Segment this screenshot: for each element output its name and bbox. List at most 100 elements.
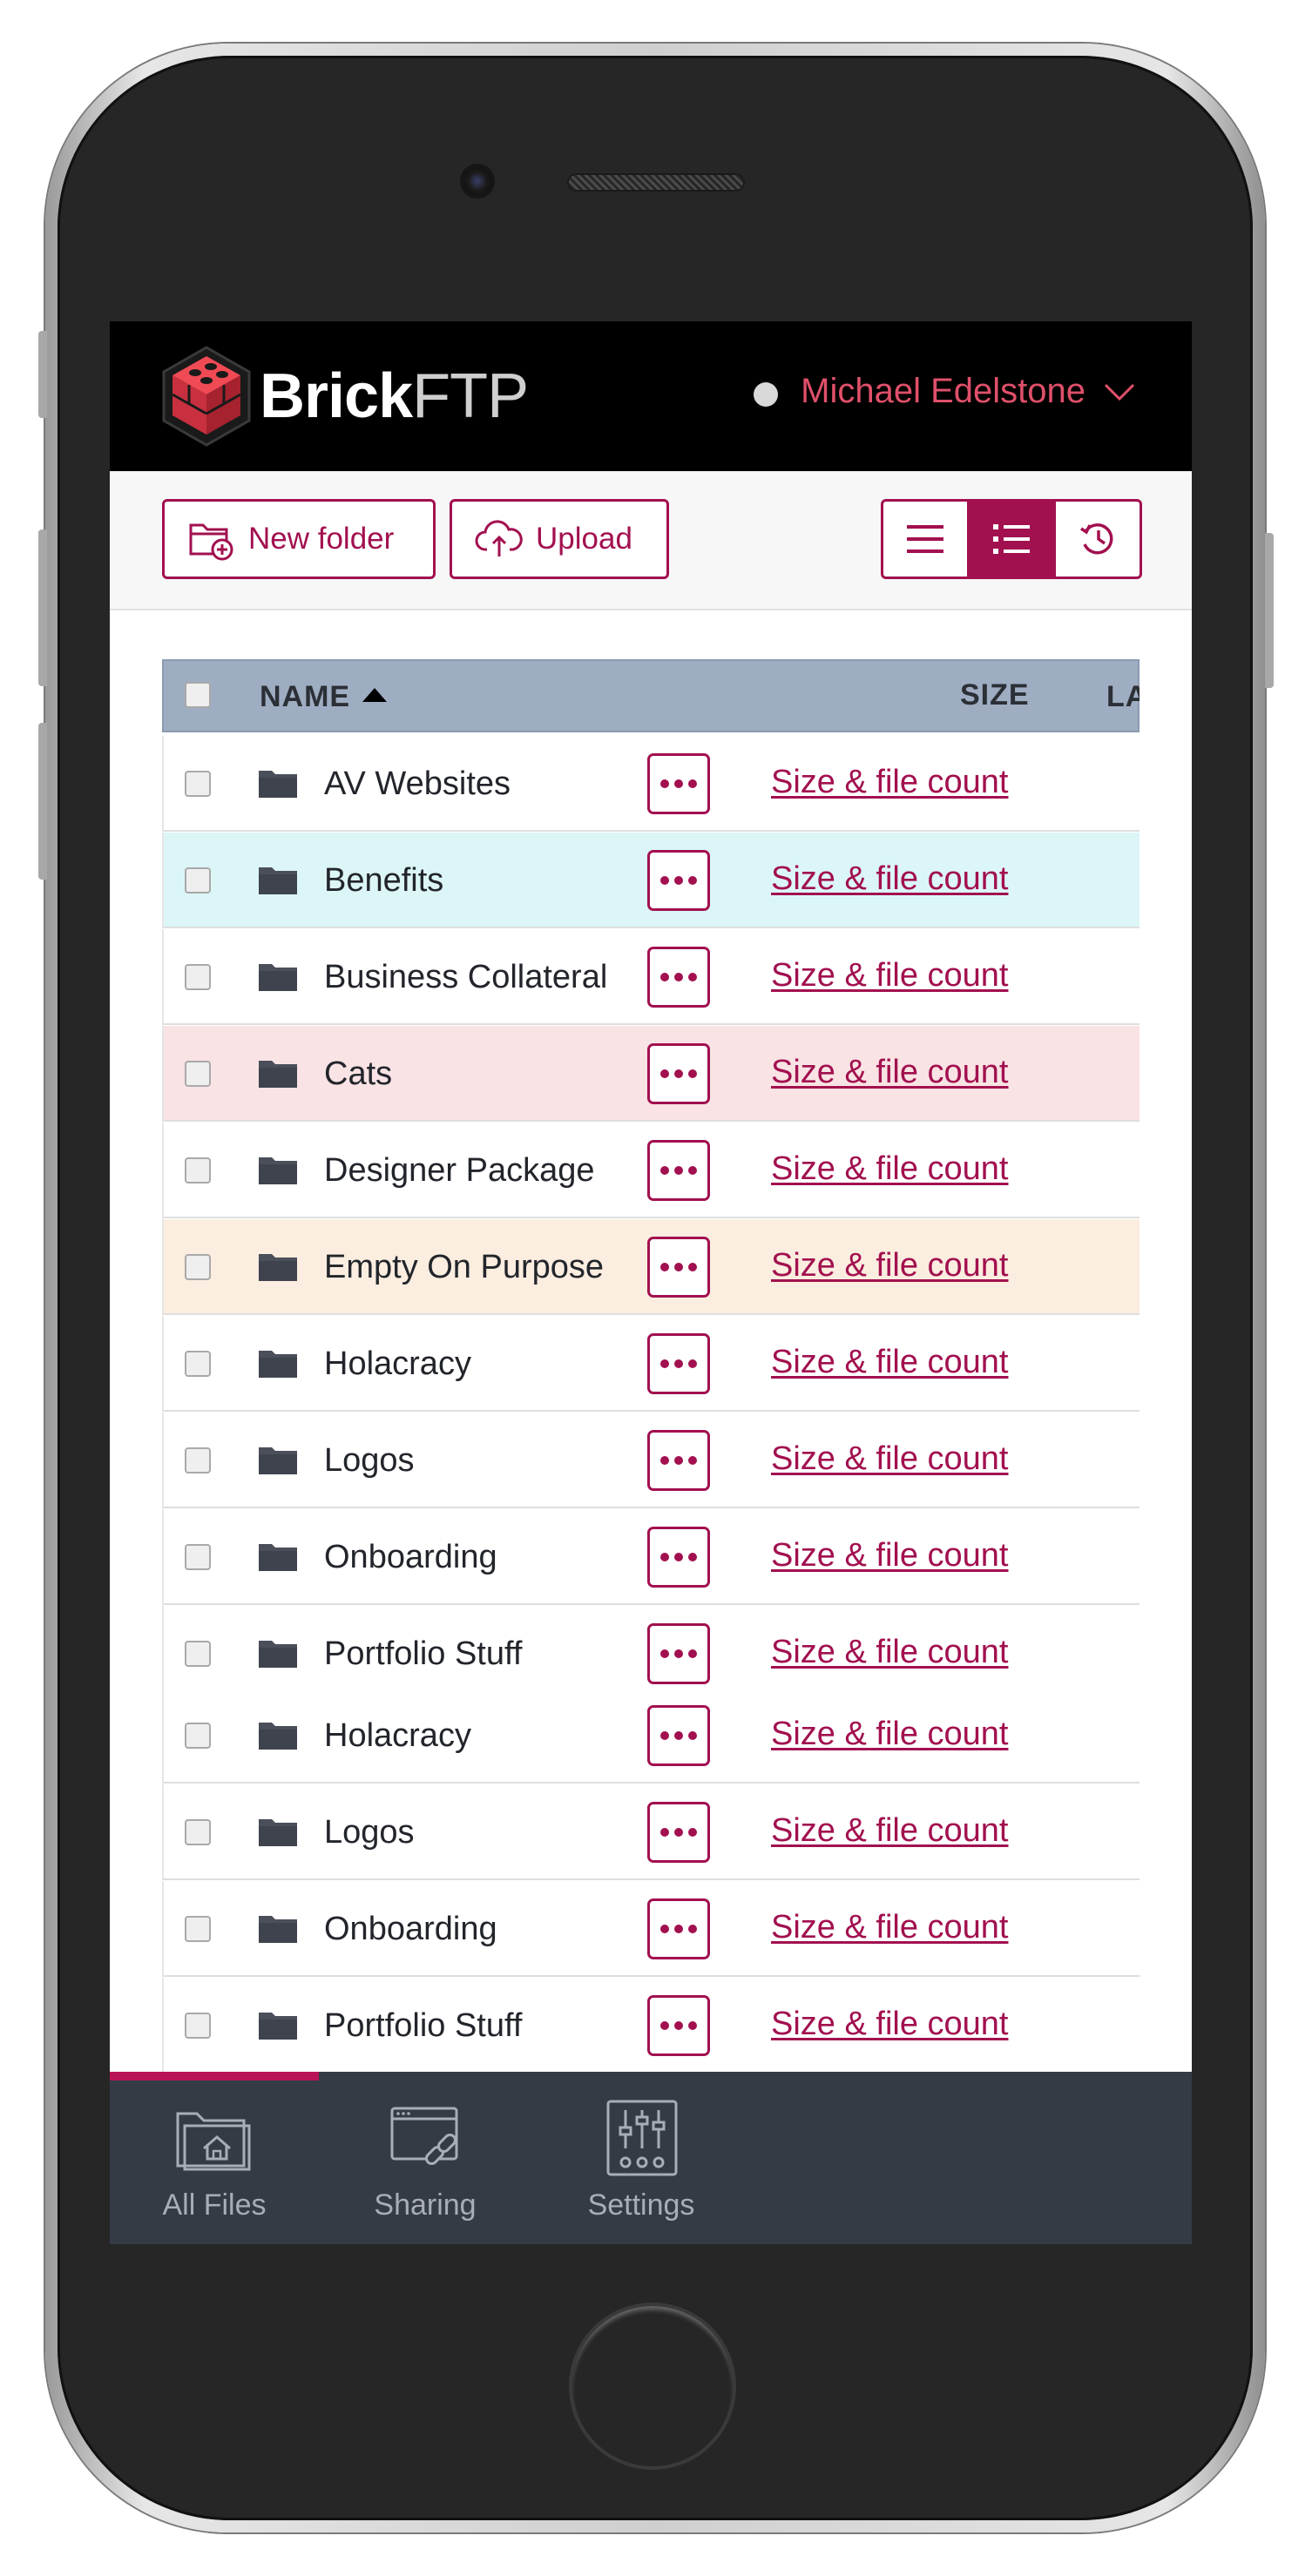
row-checkbox[interactable] xyxy=(185,1544,211,1570)
row-checkbox[interactable] xyxy=(185,1061,211,1087)
status-dot-icon xyxy=(754,381,779,407)
size-file-count-link[interactable]: Size & file count xyxy=(771,1054,1008,1091)
logo-wordmark: BrickFTP xyxy=(260,365,529,428)
size-file-count-link[interactable]: Size & file count xyxy=(771,764,1008,801)
file-name[interactable]: Empty On Purpose xyxy=(324,1249,604,1286)
upload-label: Upload xyxy=(536,522,632,556)
dot-icon xyxy=(660,1069,669,1078)
row-actions-button[interactable] xyxy=(647,753,710,814)
file-name[interactable]: Cats xyxy=(324,1055,392,1093)
nav-sharing[interactable]: Sharing xyxy=(338,2096,512,2222)
volume-up-button xyxy=(38,529,47,686)
table-row[interactable]: Empty On Purpose Size & file count xyxy=(162,1219,1140,1315)
row-checkbox[interactable] xyxy=(185,1723,211,1749)
active-tab-indicator xyxy=(110,2072,319,2080)
upload-button[interactable]: Upload xyxy=(450,499,669,579)
row-checkbox[interactable] xyxy=(185,1157,211,1183)
row-actions-button[interactable] xyxy=(647,1705,710,1766)
size-file-count-link[interactable]: Size & file count xyxy=(771,1247,1008,1285)
file-name[interactable]: Logos xyxy=(324,1814,415,1851)
size-file-count-link[interactable]: Size & file count xyxy=(771,1440,1008,1478)
folder-icon xyxy=(259,1061,297,1088)
nav-all-files[interactable]: All Files xyxy=(127,2096,301,2222)
row-checkbox[interactable] xyxy=(185,1254,211,1280)
size-file-count-link[interactable]: Size & file count xyxy=(771,1909,1008,1946)
folder-icon xyxy=(259,1819,297,1846)
row-actions-button[interactable] xyxy=(647,1430,710,1491)
row-actions-button[interactable] xyxy=(647,1623,710,1684)
size-file-count-link[interactable]: Size & file count xyxy=(771,2006,1008,2043)
row-actions-button[interactable] xyxy=(647,1995,710,2056)
row-checkbox[interactable] xyxy=(185,1916,211,1942)
last-modified-column-header[interactable]: LA xyxy=(1106,680,1140,714)
row-actions-button[interactable] xyxy=(647,1802,710,1863)
table-row[interactable]: Benefits Size & file count xyxy=(162,833,1140,928)
size-file-count-link[interactable]: Size & file count xyxy=(771,1634,1008,1671)
row-actions-button[interactable] xyxy=(647,1333,710,1394)
file-name[interactable]: Portfolio Stuff xyxy=(324,2007,522,2045)
dot-icon xyxy=(660,1166,669,1175)
size-file-count-link[interactable]: Size & file count xyxy=(771,1716,1008,1753)
table-row[interactable]: Onboarding Size & file count xyxy=(162,1881,1140,1977)
row-actions-button[interactable] xyxy=(647,1237,710,1298)
share-link-icon xyxy=(390,2107,458,2166)
dot-icon xyxy=(688,1456,697,1465)
nav-settings[interactable]: Settings xyxy=(554,2096,728,2222)
row-checkbox[interactable] xyxy=(185,1641,211,1667)
file-name[interactable]: Portfolio Stuff xyxy=(324,1635,522,1673)
size-file-count-link[interactable]: Size & file count xyxy=(771,1150,1008,1188)
dot-icon xyxy=(660,1263,669,1271)
file-name[interactable]: Holacracy xyxy=(324,1345,471,1383)
file-name[interactable]: Benefits xyxy=(324,862,443,900)
row-actions-button[interactable] xyxy=(647,1140,710,1201)
table-row[interactable]: Business Collateral Size & file count xyxy=(162,929,1140,1025)
size-file-count-link[interactable]: Size & file count xyxy=(771,1344,1008,1381)
row-actions-button[interactable] xyxy=(647,1898,710,1959)
detail-list-view-button[interactable] xyxy=(967,502,1053,577)
table-row[interactable]: Holacracy Size & file count xyxy=(162,1316,1140,1412)
user-menu[interactable]: Michael Edelstone xyxy=(754,372,1136,411)
file-name[interactable]: Onboarding xyxy=(324,1539,497,1576)
file-name[interactable]: Business Collateral xyxy=(324,959,607,996)
row-checkbox[interactable] xyxy=(185,771,211,797)
dot-icon xyxy=(660,2021,669,2030)
row-checkbox[interactable] xyxy=(185,2013,211,2039)
row-actions-button[interactable] xyxy=(647,850,710,911)
table-row[interactable]: Designer Package Size & file count xyxy=(162,1123,1140,1218)
size-file-count-link[interactable]: Size & file count xyxy=(771,1537,1008,1575)
dot-icon xyxy=(688,1828,697,1837)
size-file-count-link[interactable]: Size & file count xyxy=(771,860,1008,898)
list-view-button[interactable] xyxy=(883,502,967,577)
row-actions-button[interactable] xyxy=(647,947,710,1008)
toolbar: New folder Upload xyxy=(110,471,1192,610)
brickftp-logo[interactable]: BrickFTP xyxy=(159,344,529,448)
row-actions-button[interactable] xyxy=(647,1043,710,1104)
new-folder-button[interactable]: New folder xyxy=(162,499,436,579)
table-row[interactable]: Cats Size & file count xyxy=(162,1026,1140,1122)
row-checkbox[interactable] xyxy=(185,1447,211,1473)
file-name[interactable]: Logos xyxy=(324,1442,415,1480)
row-checkbox[interactable] xyxy=(185,1819,211,1845)
history-view-button[interactable] xyxy=(1053,502,1140,577)
table-row[interactable]: Holacracy Size & file count xyxy=(162,1688,1140,1784)
select-all-checkbox[interactable] xyxy=(185,682,211,708)
size-file-count-link[interactable]: Size & file count xyxy=(771,957,1008,995)
size-column-header[interactable]: SIZE xyxy=(960,678,1030,712)
table-row[interactable]: Onboarding Size & file count xyxy=(162,1509,1140,1605)
file-name[interactable]: Holacracy xyxy=(324,1717,471,1755)
row-checkbox[interactable] xyxy=(185,1351,211,1377)
file-name[interactable]: AV Websites xyxy=(324,765,511,803)
row-checkbox[interactable] xyxy=(185,867,211,894)
table-row[interactable]: AV Websites Size & file count xyxy=(162,736,1140,832)
file-name[interactable]: Designer Package xyxy=(324,1152,595,1190)
home-button[interactable] xyxy=(569,2303,736,2470)
size-file-count-link[interactable]: Size & file count xyxy=(771,1812,1008,1850)
app-header: BrickFTP Michael Edelstone xyxy=(110,321,1192,471)
table-row[interactable]: Logos Size & file count xyxy=(162,1413,1140,1508)
row-actions-button[interactable] xyxy=(647,1527,710,1588)
table-row[interactable]: Portfolio Stuff Size & file count xyxy=(162,1978,1140,2074)
table-row[interactable]: Logos Size & file count xyxy=(162,1784,1140,1880)
row-checkbox[interactable] xyxy=(185,964,211,990)
name-column-header[interactable]: NAME xyxy=(260,680,388,714)
file-name[interactable]: Onboarding xyxy=(324,1911,497,1948)
